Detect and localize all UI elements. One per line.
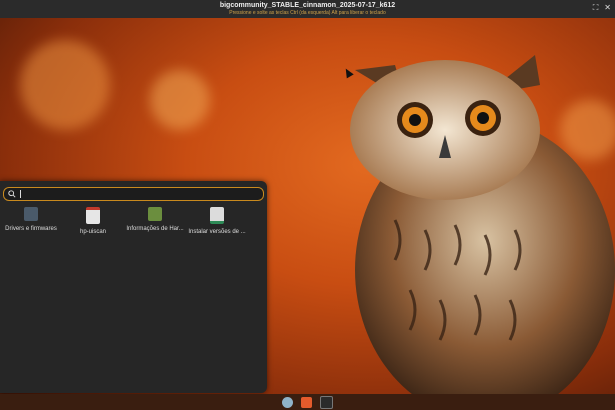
app-label: hp-uiscan (79, 229, 106, 235)
owl-illustration (350, 55, 615, 395)
disk-icon[interactable] (282, 396, 293, 408)
app-grid: Drivers e firmwares hp-uiscan Informaçõe… (0, 207, 267, 235)
chip-icon (24, 207, 38, 221)
app-hardware-info[interactable]: Informações de Har... (124, 207, 186, 235)
brave-browser-icon[interactable] (301, 396, 312, 408)
scanner-icon (86, 207, 100, 224)
search-input[interactable] (3, 187, 264, 201)
vm-window-titlebar: bigcommunity_STABLE_cinnamon_2025-07-17_… (0, 0, 615, 18)
app-label: Informações de Har... (126, 226, 184, 232)
fullscreen-icon[interactable]: ⛶ (593, 3, 599, 13)
bokeh-light (150, 70, 210, 130)
search-icon (8, 190, 16, 198)
bokeh-light (20, 40, 110, 130)
app-label: Drivers e firmwares (5, 226, 57, 232)
bottom-panel (0, 394, 615, 410)
app-hp-uiscan[interactable]: hp-uiscan (62, 207, 124, 235)
window-title: bigcommunity_STABLE_cinnamon_2025-07-17_… (219, 2, 396, 9)
hardware-info-icon (148, 207, 162, 221)
package-icon (210, 207, 224, 224)
app-install-versions[interactable]: Instalar versões de ... (186, 207, 248, 235)
app-drivers-firmwares[interactable]: Drivers e firmwares (0, 207, 62, 235)
close-icon[interactable]: ✕ (604, 3, 611, 13)
text-caret (20, 190, 21, 198)
window-subtitle: Pressione e solte as teclas Ctrl (da esq… (229, 10, 386, 16)
application-menu: Drivers e firmwares hp-uiscan Informaçõe… (0, 181, 267, 393)
terminal-icon[interactable] (320, 395, 333, 409)
app-label: Instalar versões de ... (188, 229, 246, 235)
